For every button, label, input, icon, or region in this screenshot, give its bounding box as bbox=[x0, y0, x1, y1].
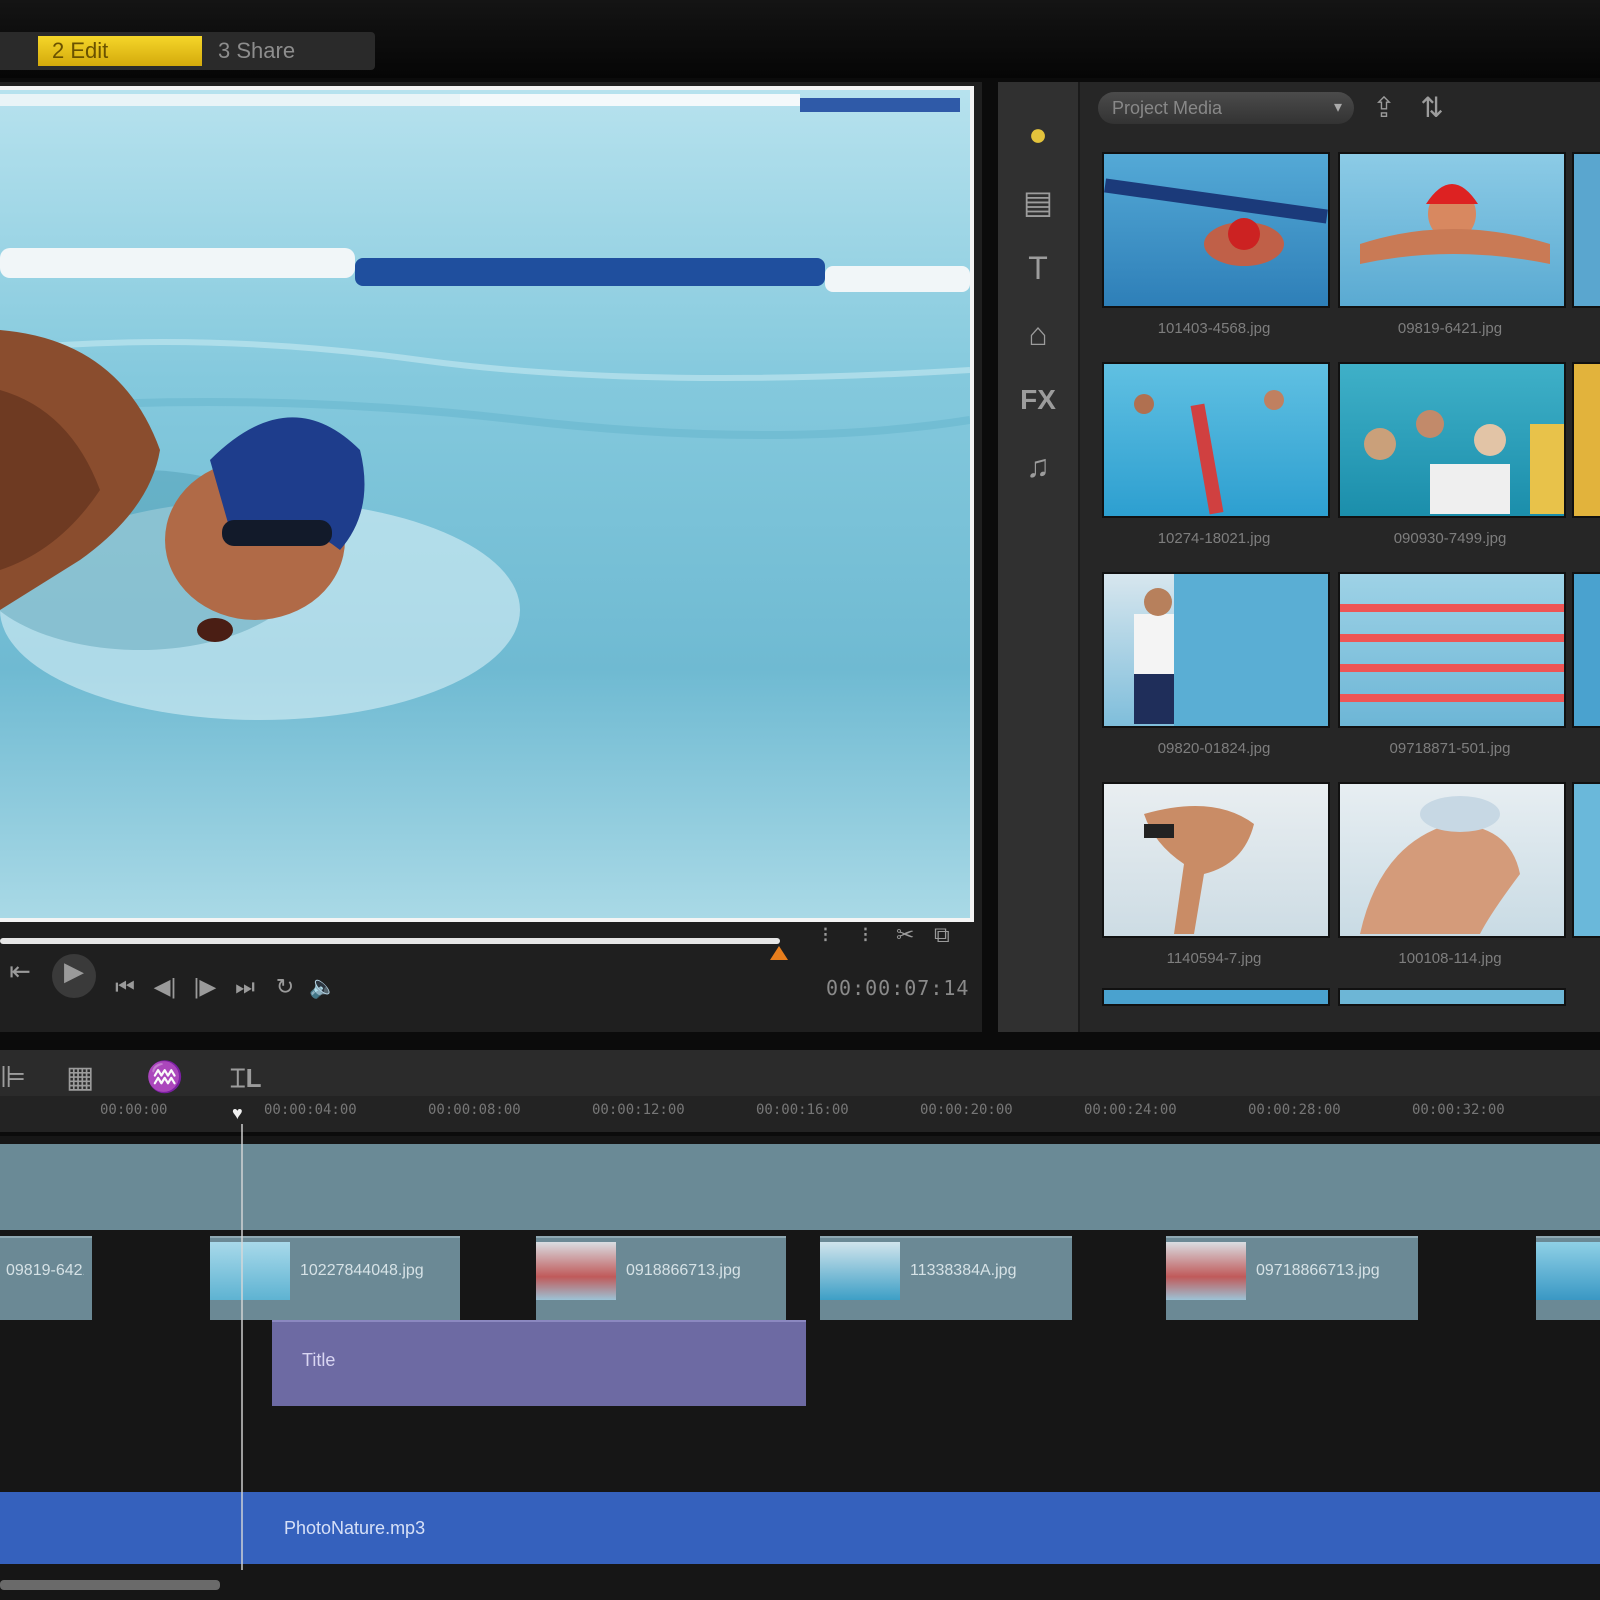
title-clip[interactable]: Title bbox=[272, 1320, 806, 1406]
sort-icon[interactable]: ⇅ bbox=[1414, 90, 1450, 126]
snapshot-icon[interactable]: ⧉ bbox=[934, 922, 950, 948]
storyboard-view-icon[interactable]: ⊫ bbox=[0, 1058, 26, 1098]
playhead-marker[interactable]: ♥ bbox=[232, 1104, 250, 1122]
thumbnail-label: 09819-6421.jpg bbox=[1397, 320, 1503, 337]
start-icon[interactable]: ⏮ bbox=[108, 970, 142, 1004]
scrub-bar[interactable] bbox=[0, 938, 780, 944]
prev-frame-icon[interactable]: ◀| bbox=[148, 970, 182, 1004]
library-folder-dropdown[interactable]: Project Media ▾ bbox=[1098, 92, 1354, 124]
scrub-handle[interactable] bbox=[770, 946, 788, 960]
video-clip[interactable]: 0918866713.jpg bbox=[536, 1236, 786, 1320]
ruler-tick: 00:00:12:00 bbox=[592, 1102, 685, 1118]
trim-mode-icon[interactable]: ⇤ bbox=[0, 954, 40, 988]
video-clip[interactable]: 11338384A.jpg bbox=[820, 1236, 1072, 1320]
graphic-icon[interactable]: ⌂ bbox=[1008, 312, 1068, 356]
transition-icon[interactable]: ▤ bbox=[1008, 180, 1068, 224]
title-clip-label: Title bbox=[302, 1350, 336, 1370]
tab-edit[interactable]: 2 Edit bbox=[38, 36, 202, 66]
next-frame-icon[interactable]: |▶ bbox=[188, 970, 222, 1004]
audio-clip-label: PhotoNature.mp3 bbox=[284, 1518, 426, 1538]
media-thumbnail[interactable] bbox=[1338, 572, 1566, 728]
library-folder-value: Project Media bbox=[1112, 98, 1223, 118]
media-thumbnail[interactable] bbox=[1338, 988, 1566, 1006]
thumbnail-label: 1140594-7.jpg bbox=[1166, 950, 1262, 967]
clip-thumbnail bbox=[536, 1242, 616, 1300]
clip-thumbnail bbox=[1166, 1242, 1246, 1300]
video-clip[interactable]: 09819-6421 bbox=[0, 1236, 92, 1320]
timecode-display[interactable]: 00:00:07:14 bbox=[826, 976, 969, 1004]
mark-out-icon[interactable]: ⁝ bbox=[862, 922, 869, 948]
split-clip-icon[interactable]: ✂ bbox=[896, 922, 914, 948]
video-clip[interactable] bbox=[1536, 1236, 1600, 1320]
media-thumbnail[interactable] bbox=[1102, 988, 1330, 1006]
thumbnail-label: 09718871-501.jpg bbox=[1389, 740, 1511, 757]
media-thumbnail[interactable] bbox=[1102, 572, 1330, 728]
thumbnail-label: 090930-7499.jpg bbox=[1393, 530, 1507, 547]
media-thumbnail[interactable] bbox=[1572, 362, 1600, 518]
audio-clip[interactable]: PhotoNature.mp3 bbox=[0, 1492, 1600, 1564]
mark-in-icon[interactable]: ⁝ bbox=[822, 922, 829, 948]
media-thumbnail[interactable] bbox=[1338, 362, 1566, 518]
audio-mixer-icon[interactable]: ♒ bbox=[146, 1058, 183, 1098]
media-thumbnail[interactable] bbox=[1572, 782, 1600, 938]
audio-icon[interactable]: ♫ bbox=[1008, 444, 1068, 488]
library-category-bar bbox=[998, 82, 1080, 1032]
video-clip[interactable]: 10227844048.jpg bbox=[210, 1236, 460, 1320]
title-icon[interactable]: T bbox=[1008, 246, 1068, 290]
end-icon[interactable]: ⏭ bbox=[228, 970, 262, 1004]
chevron-down-icon: ▾ bbox=[1333, 99, 1342, 116]
clip-thumbnail bbox=[1536, 1242, 1600, 1300]
ruler-tick: 00:00:32:00 bbox=[1412, 1102, 1505, 1118]
thumbnail-label: 10274-18021.jpg bbox=[1157, 530, 1271, 547]
filter-icon[interactable]: FX bbox=[1008, 378, 1068, 422]
volume-icon[interactable]: 🔈 bbox=[306, 970, 340, 1004]
video-clip[interactable]: 09718866713.jpg bbox=[1166, 1236, 1418, 1320]
media-thumbnail[interactable] bbox=[1102, 362, 1330, 518]
clip-thumbnail bbox=[210, 1242, 290, 1300]
swimmer-preview-image bbox=[0, 90, 970, 918]
timeline-scrollbar[interactable] bbox=[0, 1580, 220, 1590]
video-track-lane[interactable] bbox=[0, 1144, 1600, 1230]
preview-window[interactable] bbox=[0, 86, 974, 922]
repeat-icon[interactable]: ↻ bbox=[268, 970, 302, 1004]
media-thumbnail[interactable] bbox=[1338, 152, 1566, 308]
ruler-tick: 00:00:20:00 bbox=[920, 1102, 1013, 1118]
clip-label: 10227844048.jpg bbox=[300, 1262, 424, 1279]
clip-label: 09819-6421 bbox=[6, 1262, 84, 1279]
media-thumbnail[interactable] bbox=[1102, 782, 1330, 938]
clip-label: 11338384A.jpg bbox=[910, 1262, 1017, 1279]
ruler-tick: 00:00:04:00 bbox=[264, 1102, 357, 1118]
clip-label: 0918866713.jpg bbox=[626, 1262, 741, 1279]
media-thumbnail[interactable] bbox=[1572, 152, 1600, 308]
ruler-tick: 00:00:28:00 bbox=[1248, 1102, 1341, 1118]
thumbnail-label: 09820-01824.jpg bbox=[1157, 740, 1271, 757]
media-thumbnail[interactable] bbox=[1338, 782, 1566, 938]
thumbnail-label: 101403-4568.jpg bbox=[1157, 320, 1271, 337]
media-icon[interactable]: ● bbox=[1008, 112, 1068, 156]
media-thumbnail[interactable] bbox=[1102, 152, 1330, 308]
ruler-tick: 00:00:16:00 bbox=[756, 1102, 849, 1118]
track-manager-icon[interactable]: ▦ bbox=[66, 1058, 94, 1098]
tab-share[interactable]: 3 Share bbox=[210, 36, 370, 66]
play-button[interactable]: ▶ bbox=[52, 954, 96, 998]
import-media-icon[interactable]: ⇪ bbox=[1366, 90, 1402, 126]
media-thumbnail[interactable] bbox=[1572, 572, 1600, 728]
clip-label: 09718866713.jpg bbox=[1256, 1262, 1380, 1279]
playhead-line bbox=[241, 1124, 243, 1570]
chapter-marker-icon[interactable]: ⌶L bbox=[230, 1058, 261, 1098]
ruler-tick: 00:00:00 bbox=[100, 1102, 168, 1118]
ruler-tick: 00:00:24:00 bbox=[1084, 1102, 1177, 1118]
ruler-tick: 00:00:08:00 bbox=[428, 1102, 521, 1118]
clip-thumbnail bbox=[820, 1242, 900, 1300]
workspace-tabs: 2 Edit 3 Share bbox=[0, 32, 375, 70]
thumbnail-label: 100108-114.jpg bbox=[1398, 950, 1502, 967]
